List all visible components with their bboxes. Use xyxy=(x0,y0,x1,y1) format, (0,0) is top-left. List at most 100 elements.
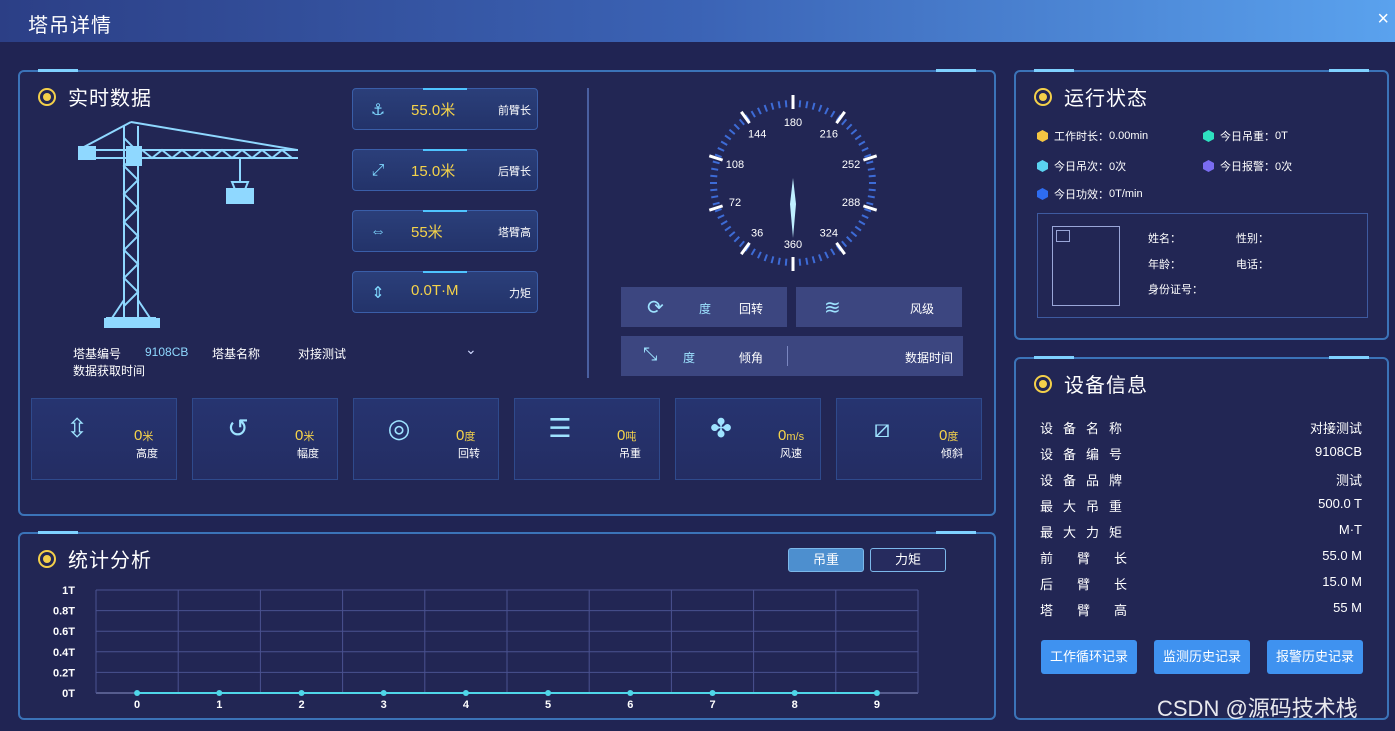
compass-minor-tick xyxy=(861,214,869,219)
chevron-down-icon[interactable]: ⌄ xyxy=(465,341,477,358)
compass-label: 72 xyxy=(729,197,741,209)
running-item-label: 今日报警： xyxy=(1220,161,1275,173)
cube-icon xyxy=(1037,160,1048,172)
chart-point[interactable] xyxy=(627,690,634,696)
tilt-metric-label: 倾斜 xyxy=(941,448,963,460)
compass-minor-tick xyxy=(846,123,853,130)
torque-label: 力矩 xyxy=(509,288,531,300)
close-icon[interactable]: × xyxy=(1377,8,1389,31)
chart-point[interactable] xyxy=(380,690,387,696)
compass-minor-tick xyxy=(770,102,775,110)
compass-minor-tick xyxy=(861,147,869,152)
chart-point[interactable] xyxy=(709,690,716,696)
stats-title: 统计分析 xyxy=(68,550,152,572)
compass-minor-tick xyxy=(858,220,866,226)
arm-height-label: 塔臂高 xyxy=(498,227,531,239)
compass-minor-tick xyxy=(710,174,718,178)
device-row-key: 后臂长 xyxy=(1040,577,1152,592)
device-row-value: 9108CB xyxy=(1315,444,1362,459)
device-row-key: 最大吊重 xyxy=(1040,499,1133,514)
compass-label: 144 xyxy=(748,129,766,141)
chart-y-tick: 0.8T xyxy=(53,606,75,618)
compass-label: 324 xyxy=(820,227,838,239)
compass-label: 180 xyxy=(784,117,802,129)
compass-minor-tick xyxy=(867,195,875,199)
wind-box: ≋ 风级 xyxy=(796,287,962,327)
name-label: 姓名： xyxy=(1148,233,1181,245)
rotation-box: ⟳ 度 回转 xyxy=(621,287,787,327)
cube-icon xyxy=(1203,160,1214,172)
compass-minor-tick xyxy=(724,225,732,232)
compass-minor-tick xyxy=(805,257,809,265)
compass-label: 288 xyxy=(842,197,860,209)
torque-value: 0.0T·M xyxy=(411,282,459,299)
chart-point[interactable] xyxy=(298,690,305,696)
device-row-key: 前臂长 xyxy=(1040,551,1152,566)
arm-height-icon: ⇔ xyxy=(370,223,386,240)
metric-wind-speed: ✤ 0m/s 风速 xyxy=(675,398,821,480)
height-label: 高度 xyxy=(136,448,158,460)
compass-minor-tick xyxy=(777,257,781,265)
range-icon: ↺ xyxy=(227,413,249,443)
compass-minor-tick xyxy=(717,147,725,152)
phone-label: 电话： xyxy=(1236,259,1269,271)
work-cycle-button[interactable]: 工作循环记录 xyxy=(1041,640,1137,674)
device-row-key: 最大力矩 xyxy=(1040,525,1133,540)
device-row-key: 设备名称 xyxy=(1040,421,1133,436)
running-item: 今日吊次： 0次 xyxy=(1037,158,1126,174)
running-item: 今日吊重： 0T xyxy=(1203,128,1288,144)
chart-y-tick: 1T xyxy=(62,585,75,597)
compass-minor-tick xyxy=(750,110,756,118)
chart-point[interactable] xyxy=(545,690,552,696)
compass-minor-tick xyxy=(866,201,874,206)
base-no-value: 9108CB xyxy=(145,345,189,359)
chart-point[interactable] xyxy=(873,690,880,696)
cube-icon xyxy=(1037,130,1048,142)
running-item-value: 0.00min xyxy=(1109,130,1149,142)
running-item-label: 工作时长： xyxy=(1054,131,1109,143)
wind-label: 风级 xyxy=(910,302,935,316)
device-row-value: 测试 xyxy=(1335,473,1362,488)
rotation-unit-sm: 度 xyxy=(464,431,476,443)
running-item: 工作时长： 0.00min xyxy=(1037,128,1148,144)
front-arm-label: 前臂长 xyxy=(498,105,531,117)
running-item-label: 今日吊重： xyxy=(1220,131,1275,143)
wind-speed-icon: ✤ xyxy=(710,413,732,443)
compass-minor-tick xyxy=(728,231,736,238)
window-title: 塔吊详情 xyxy=(28,15,112,37)
range-label: 幅度 xyxy=(297,448,319,460)
chart-point[interactable] xyxy=(791,690,798,696)
running-header: 运行状态 xyxy=(1034,82,1148,111)
arm-height-card: ⇔ 55米 塔臂高 xyxy=(352,210,538,252)
rotation-icon: ◎ xyxy=(387,413,411,443)
rotation-compass: 180 216 252 288 324 360 36 72 108 144 xyxy=(708,95,878,271)
device-header: 设备信息 xyxy=(1034,369,1148,398)
compass-minor-tick xyxy=(710,188,718,192)
chart-point[interactable] xyxy=(134,690,141,696)
rotation-metric-label: 回转 xyxy=(458,448,480,460)
stats-chart: 0T 0.2T 0.4T 0.6T 0.8T 1T 0 1 2 3 4 5 6 7 8 9 xyxy=(53,585,919,710)
device-row-value: 55.0 M xyxy=(1322,548,1362,563)
tab-torque[interactable]: 力矩 xyxy=(870,548,946,572)
chart-x-tick: 6 xyxy=(627,699,633,710)
compass-minor-tick xyxy=(846,236,853,243)
tower-crane-icon xyxy=(78,121,298,328)
compass-minor-tick xyxy=(818,254,823,262)
chart-y-tick: 0T xyxy=(62,688,75,700)
tab-load[interactable]: 吊重 xyxy=(788,548,864,572)
running-item-value: 0次 xyxy=(1275,161,1293,173)
photo-placeholder-icon xyxy=(1056,230,1070,242)
compass-minor-tick xyxy=(830,248,836,256)
compass-minor-tick xyxy=(763,104,768,112)
wind-icon: ≋ xyxy=(824,297,841,319)
chart-point[interactable] xyxy=(462,690,469,696)
operator-card: 姓名： 性别： 年龄： 电话： 身份证号： xyxy=(1037,213,1368,318)
chart-x-tick: 3 xyxy=(381,699,387,710)
alarm-history-button[interactable]: 报警历史记录 xyxy=(1267,640,1363,674)
monitor-history-button[interactable]: 监测历史记录 xyxy=(1154,640,1250,674)
compass-label: 252 xyxy=(842,159,860,171)
chart-point[interactable] xyxy=(216,690,223,696)
gender-label: 性别： xyxy=(1236,233,1269,245)
metric-tilt: ⧄ 0度 倾斜 xyxy=(836,398,982,480)
device-row-key: 设备品牌 xyxy=(1040,473,1133,488)
